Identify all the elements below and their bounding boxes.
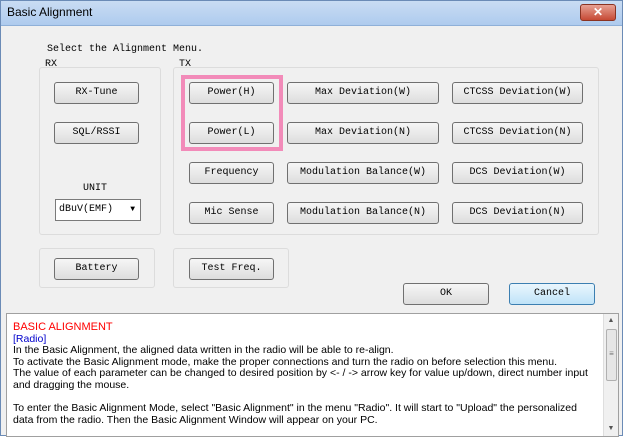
mic-sense-button[interactable]: Mic Sense bbox=[189, 202, 274, 224]
ctcss-deviation-w-button[interactable]: CTCSS Deviation(W) bbox=[452, 82, 583, 104]
unit-select[interactable]: dBuV(EMF) ▼ bbox=[55, 199, 141, 221]
help-line: data from the radio. Then the Basic Alig… bbox=[13, 413, 378, 426]
sql-rssi-button[interactable]: SQL/RSSI bbox=[54, 122, 139, 144]
frequency-button[interactable]: Frequency bbox=[189, 162, 274, 184]
chevron-down-icon: ▼ bbox=[130, 205, 135, 214]
prompt-label: Select the Alignment Menu. bbox=[47, 44, 204, 55]
help-line: and dragging the mouse. bbox=[13, 378, 130, 391]
unit-label: UNIT bbox=[83, 183, 108, 194]
test-freq-button[interactable]: Test Freq. bbox=[189, 258, 274, 280]
power-highlight-box bbox=[181, 75, 283, 151]
help-line: To enter the Basic Alignment Mode, selec… bbox=[13, 402, 577, 415]
battery-button[interactable]: Battery bbox=[54, 258, 139, 280]
max-deviation-n-button[interactable]: Max Deviation(N) bbox=[287, 122, 439, 144]
unit-select-value: dBuV(EMF) bbox=[59, 204, 114, 215]
close-button[interactable]: ✕ bbox=[580, 4, 616, 21]
ok-button[interactable]: OK bbox=[403, 283, 489, 305]
max-deviation-w-button[interactable]: Max Deviation(W) bbox=[287, 82, 439, 104]
rx-tune-button[interactable]: RX-Tune bbox=[54, 82, 139, 104]
scrollbar-thumb[interactable]: ≡ bbox=[606, 329, 617, 381]
basic-alignment-window: Basic Alignment ✕ Select the Alignment M… bbox=[0, 0, 623, 437]
help-text-body: BASIC ALIGNMENT [Radio] In the Basic Ali… bbox=[13, 321, 603, 426]
modulation-balance-w-button[interactable]: Modulation Balance(W) bbox=[287, 162, 439, 184]
dcs-deviation-w-button[interactable]: DCS Deviation(W) bbox=[452, 162, 583, 184]
vertical-scrollbar[interactable]: ▲ ≡ ▼ bbox=[603, 314, 618, 436]
scroll-down-icon[interactable]: ▼ bbox=[604, 422, 618, 436]
help-text-panel[interactable]: BASIC ALIGNMENT [Radio] In the Basic Ali… bbox=[6, 313, 619, 437]
help-heading: BASIC ALIGNMENT bbox=[13, 321, 113, 333]
grip-icon: ≡ bbox=[609, 349, 614, 358]
window-title: Basic Alignment bbox=[7, 5, 93, 19]
scroll-up-icon[interactable]: ▲ bbox=[604, 314, 618, 328]
ctcss-deviation-n-button[interactable]: CTCSS Deviation(N) bbox=[452, 122, 583, 144]
modulation-balance-n-button[interactable]: Modulation Balance(N) bbox=[287, 202, 439, 224]
dcs-deviation-n-button[interactable]: DCS Deviation(N) bbox=[452, 202, 583, 224]
close-icon: ✕ bbox=[592, 5, 604, 19]
title-bar: Basic Alignment ✕ bbox=[1, 1, 622, 26]
cancel-button[interactable]: Cancel bbox=[509, 283, 595, 305]
